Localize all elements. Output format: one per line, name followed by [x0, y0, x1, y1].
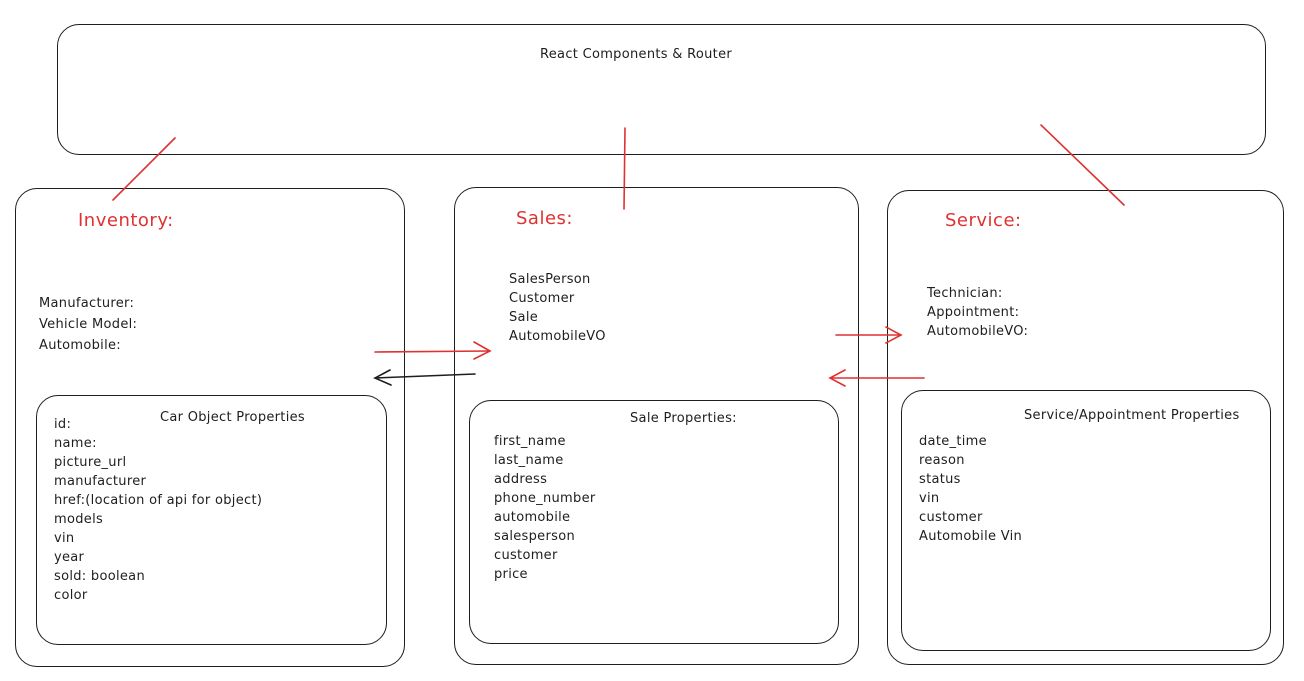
arrow-sales-to-service: [835, 326, 903, 344]
connector-sales: [623, 127, 626, 210]
arrow-service-to-sales: [828, 369, 925, 387]
connector-inventory: [112, 137, 176, 201]
arrow-inventory-to-sales: [374, 341, 492, 360]
arrow-sales-to-inventory: [373, 369, 476, 386]
connector-layer: [112, 124, 1125, 387]
connector-service: [1040, 124, 1125, 206]
